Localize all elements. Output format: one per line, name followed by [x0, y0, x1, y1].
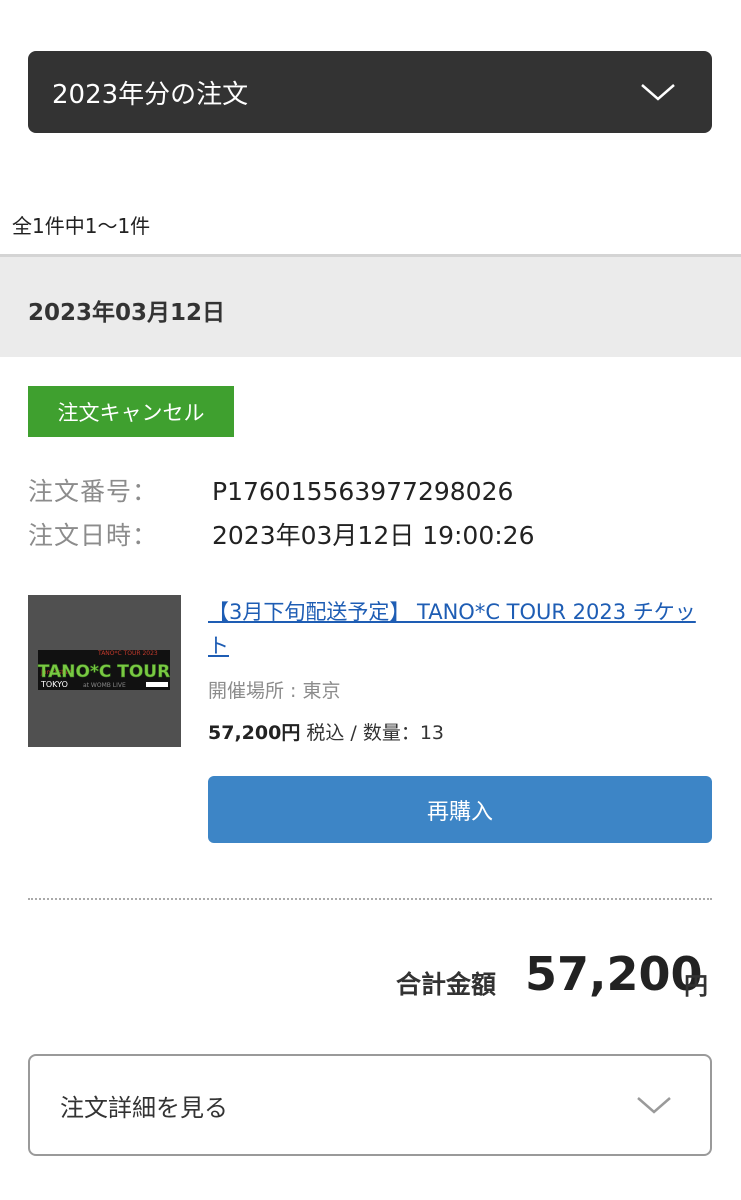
product-thumbnail[interactable]: TANO*C TOUR 2023 Jump start TANO*C TOUR … [28, 595, 181, 747]
total-currency-unit: 円 [684, 972, 708, 1000]
order-number: P176015563977298026 [212, 477, 514, 506]
order-date: 2023年03月12日 [28, 300, 226, 326]
result-count: 全1件中1〜1件 [12, 214, 151, 238]
year-selector-label: 2023年分の注文 [52, 79, 249, 110]
price-quantity-line: 57,200円 税込 / 数量：13 [208, 718, 444, 745]
year-selector[interactable]: 2023年分の注文 [28, 51, 712, 133]
status-badge: 注文キャンセル [28, 386, 234, 437]
thumbnail-small-top: TANO*C TOUR 2023 [97, 650, 158, 657]
thumbnail-logo-text: TANO*C TOUR [38, 662, 170, 682]
thumbnail-small-bottom: TOKYO [40, 680, 68, 689]
dotted-divider [28, 898, 712, 900]
order-details-toggle[interactable]: 注文詳細を見る [28, 1054, 712, 1156]
order-datetime-row: 注文日時： 2023年03月12日 19:00:26 [28, 516, 534, 552]
order-datetime-label: 注文日時： [28, 521, 159, 550]
item-price: 57,200円 [208, 722, 301, 744]
rebuy-button[interactable]: 再購入 [208, 776, 712, 843]
event-venue: 開催場所 : 東京 [208, 680, 341, 702]
order-details-label: 注文詳細を見る [60, 1093, 228, 1122]
chevron-down-icon [640, 82, 676, 102]
thumbnail-small-bottom2: at WOMB LIVE [83, 682, 126, 689]
order-number-row: 注文番号： P176015563977298026 [28, 472, 513, 508]
product-title-link[interactable]: 【3月下旬配送予定】 TANO*C TOUR 2023 チケット [208, 595, 708, 663]
order-number-label: 注文番号： [28, 477, 159, 506]
order-datetime: 2023年03月12日 19:00:26 [212, 521, 535, 550]
tax-quantity: 税込 / 数量：13 [300, 722, 445, 744]
total-amount: 57,200 [525, 947, 703, 1001]
total-label: 合計金額 [396, 970, 497, 999]
order-date-header: 2023年03月12日 [0, 254, 741, 357]
chevron-down-icon [636, 1095, 672, 1115]
